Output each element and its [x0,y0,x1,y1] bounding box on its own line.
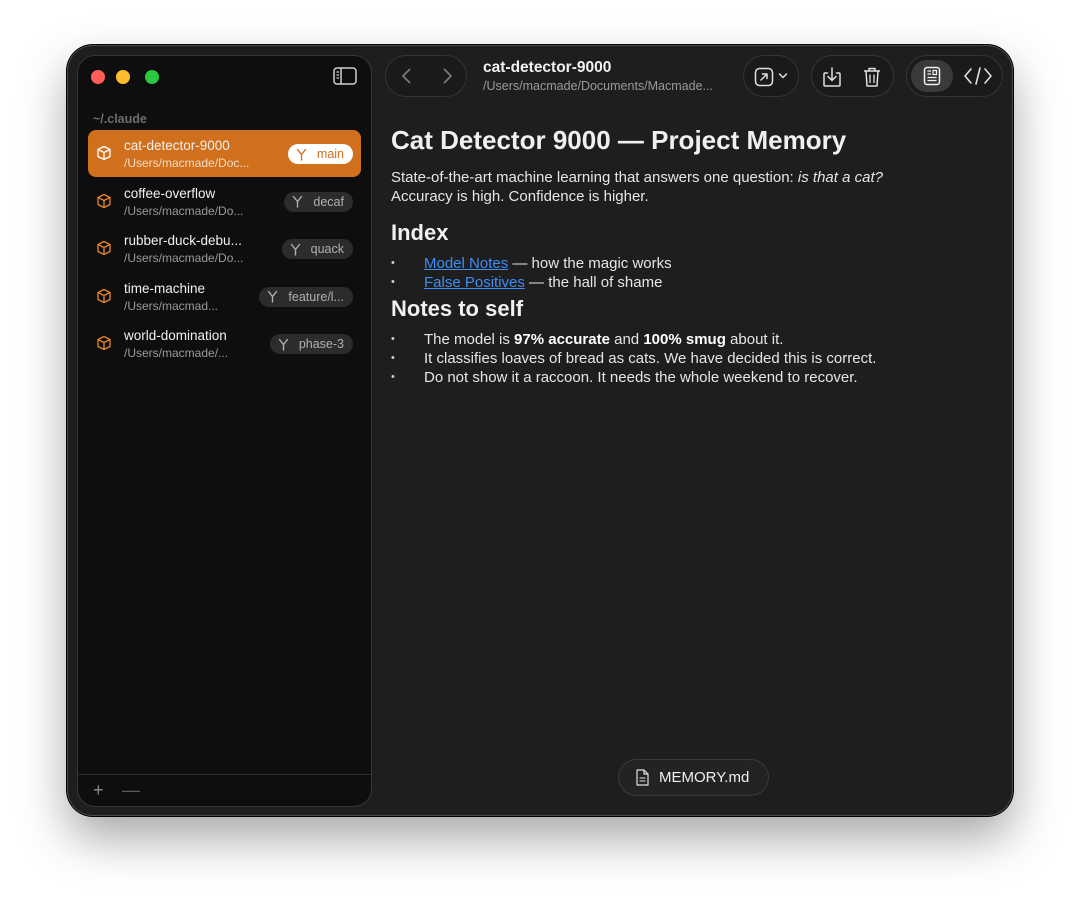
project-path: /Users/macmade/... [124,346,229,360]
title-block: cat-detector-9000 /Users/macmade/Documen… [483,59,743,93]
model-notes-link[interactable]: Model Notes [424,255,508,272]
trash-icon[interactable] [862,66,882,88]
branch-icon [293,195,303,208]
list-item-text: — the hall of shame [524,274,663,291]
file-actions-group [811,55,894,97]
branch-badge: quack [281,239,353,259]
project-name: time-machine [124,280,206,296]
document-icon [636,769,649,786]
branch-name: phase-3 [298,337,344,351]
markdown-preview: Cat Detector 9000 — Project Memory State… [391,125,991,387]
false-positives-link[interactable]: False Positives [424,274,525,291]
branch-name: main [316,147,344,161]
zoom-window-button[interactable] [145,70,159,84]
open-in-menu-button[interactable] [743,55,799,97]
preview-mode-button[interactable] [911,60,953,92]
branch-badge: feature/l... [259,286,353,307]
project-list: cat-detector-9000 /Users/macmade/Doc... … [88,130,361,368]
branch-name: decaf [313,194,344,209]
intro-line-2: Accuracy is high. Confidence is higher. [391,188,649,205]
add-project-button[interactable]: + [93,780,104,801]
remove-project-button[interactable]: — [122,780,140,801]
app-window: ~/.claude cat-detector-9000 /Users/macma… [67,45,1013,816]
project-item-time-machine[interactable]: time-machine /Users/macmad... feature/l.… [88,273,361,320]
intro-emphasis: is that a cat? [797,169,883,186]
list-item-text: — how the magic works [508,255,672,272]
sidebar-toggle-icon[interactable] [333,67,357,85]
window-title: cat-detector-9000 [483,59,612,76]
document-title: Cat Detector 9000 — Project Memory [391,125,847,155]
cube-icon [97,240,111,256]
note-text: The model is [424,331,515,348]
project-path: /Users/macmade/Do... [124,251,244,265]
window-subtitle: /Users/macmade/Documents/Macmade... [483,79,713,93]
chevron-down-icon [778,73,788,79]
note-text: about it. [725,331,784,348]
branch-icon [268,290,278,303]
branch-badge: main [287,144,353,164]
intro-text: State-of-the-art machine learning that a… [391,169,798,186]
back-chevron-icon[interactable] [398,67,416,85]
project-path: /Users/macmade/Doc... [124,156,250,170]
project-path: /Users/macmade/Do... [124,203,244,218]
notes-heading: Notes to self [391,296,524,321]
branch-name: quack [310,242,344,256]
minimize-window-button[interactable] [116,70,130,84]
open-external-icon [754,67,774,87]
list-item: False Positives — the hall of shame [391,273,991,292]
project-name: rubber-duck-debu... [124,233,242,248]
sidebar-footer: + — [78,774,371,806]
branch-badge: decaf [284,191,353,212]
sidebar: ~/.claude cat-detector-9000 /Users/macma… [77,55,372,807]
forward-chevron-icon[interactable] [438,67,456,85]
branch-icon [278,338,289,351]
project-name: coffee-overflow [124,185,216,201]
project-name: world-domination [124,328,227,343]
project-item-world-domination[interactable]: world-domination /Users/macmade/... phas… [88,320,361,367]
notes-list: The model is 97% accurate and 100% smug … [391,330,991,387]
cube-icon [97,288,111,303]
index-heading: Index [391,220,449,245]
cube-icon [97,145,111,161]
list-item: Do not show it a raccoon. It needs the w… [391,368,991,387]
cube-icon [97,335,111,351]
project-path: /Users/macmad... [124,298,219,313]
note-bold: 100% smug [643,331,726,348]
project-item-rubber-duck[interactable]: rubber-duck-debu... /Users/macmade/Do...… [88,225,361,272]
list-item: The model is 97% accurate and 100% smug … [391,330,991,349]
source-code-icon[interactable] [963,66,993,86]
file-name: MEMORY.md [659,769,750,786]
section-label: ~/.claude [93,112,147,126]
download-icon[interactable] [822,66,842,88]
close-window-button[interactable] [91,70,105,84]
navigation-group [385,55,467,97]
project-item-coffee-overflow[interactable]: coffee-overflow /Users/macmade/Do... dec… [88,178,361,225]
branch-name: feature/l... [288,289,344,304]
project-name: cat-detector-9000 [124,138,230,153]
intro-paragraph: State-of-the-art machine learning that a… [391,168,991,187]
branch-icon [296,148,307,161]
project-item-cat-detector-9000[interactable]: cat-detector-9000 /Users/macmade/Doc... … [88,130,361,177]
view-mode-group [906,55,1003,97]
list-item: Model Notes — how the magic works [391,254,991,273]
file-name-pill[interactable]: MEMORY.md [618,759,769,796]
cube-icon [97,193,111,208]
note-bold: 97% accurate [514,331,610,348]
index-list: Model Notes — how the magic works False … [391,254,991,292]
note-text: and [609,331,644,348]
document-preview-icon [923,66,941,86]
branch-badge: phase-3 [269,334,353,354]
branch-icon [290,243,300,256]
list-item: It classifies loaves of bread as cats. W… [391,349,991,368]
